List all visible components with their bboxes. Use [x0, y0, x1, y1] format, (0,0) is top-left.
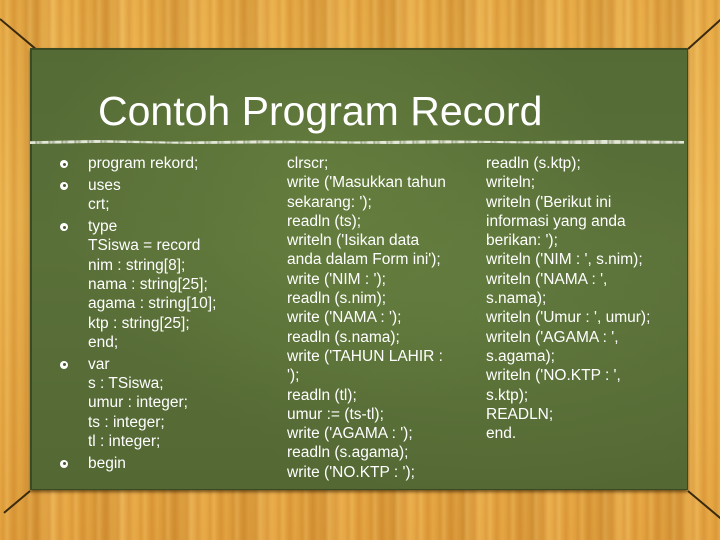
- code-line: READLN;: [486, 405, 554, 423]
- code-paragraph: type TSiswa = record nim : string[8]; nama …: [60, 217, 263, 352]
- code-column-1: program rekord; uses crt; type TSiswa = reco…: [60, 154, 263, 476]
- code-line: readln (tl);: [287, 386, 357, 404]
- code-line: type: [88, 218, 118, 236]
- code-line: writeln ('NIM : ', s.nim);: [486, 251, 643, 269]
- code-line: begin: [88, 454, 126, 472]
- code-line: write ('Masukkan tahun: [287, 174, 446, 192]
- gear-bullet-icon: [60, 160, 68, 168]
- code-line: readln (s.nim);: [287, 290, 387, 308]
- code-line: tl : integer;: [88, 432, 161, 450]
- code-line: crt;: [88, 196, 110, 214]
- code-line: nim : string[8];: [88, 256, 186, 274]
- code-line: uses: [88, 176, 121, 194]
- code-line: ktp : string[25];: [88, 314, 190, 332]
- code-line: writeln ('Berikut ini: [486, 193, 612, 211]
- code-line: writeln;: [486, 174, 536, 192]
- code-line: end;: [88, 333, 119, 351]
- code-line: writeln ('AGAMA : ',: [486, 328, 619, 346]
- code-column-3: readln (s.ktp); writeln; writeln ('Berikut…: [486, 154, 676, 443]
- code-line: write ('NIM : ');: [287, 270, 386, 288]
- code-line: write ('NO.KTP : ');: [287, 463, 415, 481]
- code-paragraph: begin: [60, 454, 263, 473]
- code-paragraph: var s : TSiswa; umur : integer; ts : intege…: [60, 355, 263, 451]
- gear-bullet-icon: [60, 459, 68, 468]
- code-line: clrscr;: [287, 155, 329, 172]
- code-line: var: [88, 355, 110, 373]
- code-line: informasi yang anda: [486, 212, 626, 230]
- code-line: umur := (ts-tl);: [287, 405, 384, 423]
- gear-bullet-icon: [60, 360, 68, 369]
- code-line: writeln ('NO.KTP : ',: [486, 367, 621, 385]
- code-paragraph: program rekord;: [60, 154, 263, 173]
- code-line: s.ktp);: [486, 386, 529, 404]
- code-line: s : TSiswa;: [88, 375, 164, 393]
- code-line: berikan: ');: [486, 232, 558, 250]
- code-line: readln (ts);: [287, 212, 362, 230]
- code-line: nama : string[25];: [88, 275, 208, 293]
- code-line: write ('AGAMA : ');: [287, 425, 413, 443]
- code-line: program rekord;: [88, 155, 199, 172]
- code-line: s.nama);: [486, 290, 547, 308]
- code-line: sekarang: ');: [287, 193, 372, 211]
- code-line: readln (s.agama);: [287, 444, 409, 462]
- code-line: readln (s.nama);: [287, 328, 400, 346]
- code-line: end.: [486, 425, 517, 443]
- code-line: write ('NAMA : ');: [287, 309, 402, 327]
- code-paragraph: uses crt;: [60, 176, 263, 215]
- code-line: agama : string[10];: [88, 295, 217, 313]
- slide-title: Contoh Program Record: [98, 88, 543, 134]
- code-line: write ('TAHUN LAHIR :: [287, 347, 443, 365]
- code-line: ts : integer;: [88, 413, 165, 431]
- code-line: writeln ('NAMA : ',: [486, 270, 608, 288]
- code-line: umur : integer;: [88, 394, 188, 412]
- code-line: readln (s.ktp);: [486, 155, 581, 172]
- code-line: writeln ('Isikan data: [287, 232, 420, 250]
- code-column-2: clrscr; write ('Masukkan tahun sekarang: '…: [287, 154, 467, 482]
- code-line: TSiswa = record: [88, 237, 201, 255]
- code-line: ');: [287, 367, 300, 385]
- gear-bullet-icon: [60, 181, 68, 190]
- code-line: s.agama);: [486, 347, 555, 365]
- code-line: anda dalam Form ini');: [287, 251, 441, 269]
- code-line: writeln ('Umur : ', umur);: [486, 309, 651, 327]
